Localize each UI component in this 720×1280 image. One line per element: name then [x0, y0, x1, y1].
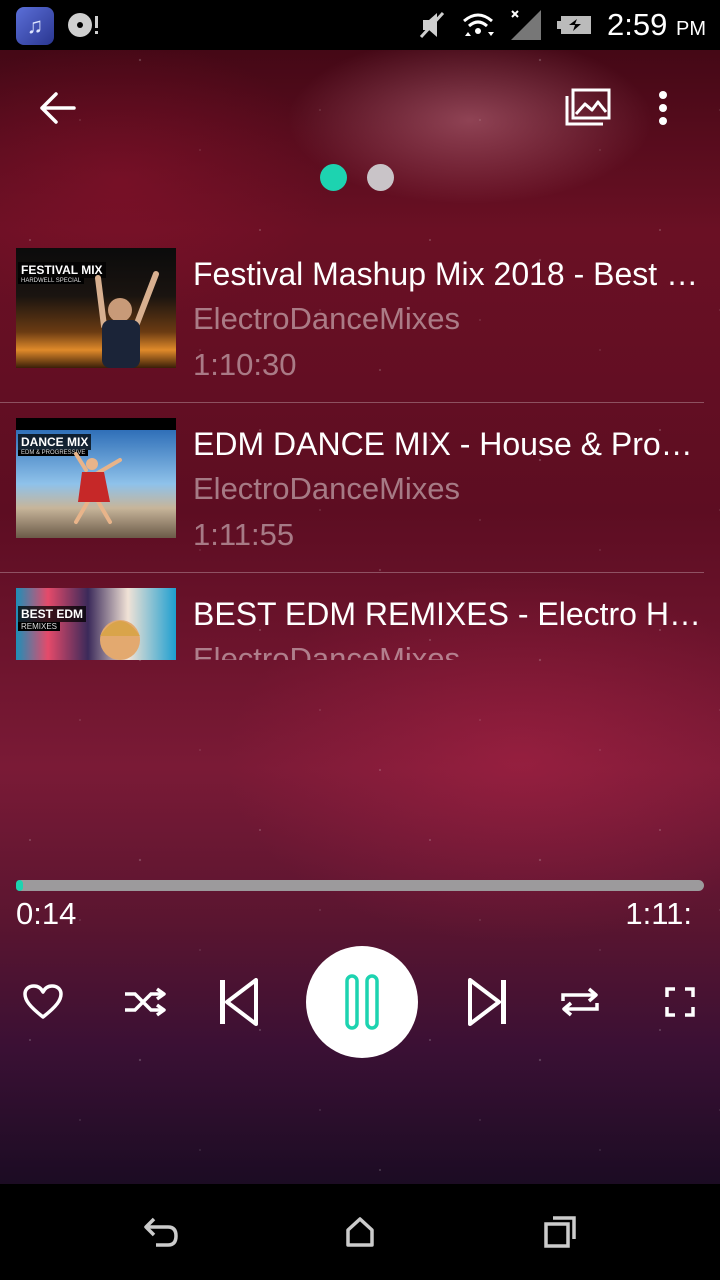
favorite-button[interactable]	[16, 975, 70, 1029]
track-duration: 1:11:55	[193, 517, 295, 552]
recents-nav-icon	[544, 1216, 576, 1248]
skip-previous-icon	[220, 978, 258, 1026]
track-title: Festival Mashup Mix 2018 - Best Remixes	[193, 256, 703, 292]
dj-figure	[95, 271, 159, 368]
next-button[interactable]	[460, 972, 516, 1032]
more-vert-icon	[659, 91, 667, 125]
track-thumbnail: DANCE MIX EDM & PROGRESSIVE	[16, 418, 176, 538]
track-title: EDM DANCE MIX - House & Progressive	[193, 426, 703, 462]
track-artist: ElectroDanceMixes	[193, 301, 461, 336]
gallery-icon	[565, 88, 611, 126]
page-dot-1[interactable]	[320, 164, 347, 191]
home-nav-icon	[346, 1217, 374, 1247]
singer-figure	[100, 620, 140, 660]
shuffle-button[interactable]	[118, 975, 172, 1029]
more-options-button[interactable]	[640, 80, 686, 136]
fullscreen-button[interactable]	[653, 975, 707, 1029]
nav-home-button[interactable]	[330, 1202, 390, 1262]
navigation-bar	[0, 1184, 720, 1280]
playlist-item[interactable]: DANCE MIX EDM & PROGRESSIVE EDM DANCE MI…	[0, 400, 720, 570]
track-title: BEST EDM REMIXES - Electro House	[193, 596, 703, 632]
track-thumbnail: BEST EDM REMIXES	[16, 588, 176, 660]
track-info: BEST EDM REMIXES - Electro House Electro…	[193, 592, 703, 660]
playlist-item[interactable]: BEST EDM REMIXES BEST EDM REMIXES - Elec…	[0, 570, 720, 660]
shuffle-icon	[125, 987, 166, 1017]
mute-icon	[419, 11, 445, 39]
total-time: 1:11:	[625, 896, 692, 931]
track-info: EDM DANCE MIX - House & Progressive Elec…	[193, 422, 703, 558]
back-button[interactable]	[28, 80, 84, 136]
gallery-button[interactable]	[560, 82, 616, 132]
pause-icon	[345, 974, 379, 1030]
nav-back-button[interactable]	[130, 1202, 190, 1262]
status-time: 2:59 PM	[607, 7, 706, 42]
track-artist: ElectroDanceMixes	[193, 471, 461, 506]
play-pause-button[interactable]	[306, 946, 418, 1058]
page-dot-2[interactable]	[367, 164, 394, 191]
page-indicator	[320, 164, 394, 191]
heart-icon	[23, 984, 63, 1019]
nav-recents-button[interactable]	[530, 1202, 590, 1262]
track-thumbnail: FESTIVAL MIX HARDWELL SPECIAL	[16, 248, 176, 368]
battery-charging-icon	[557, 16, 592, 34]
seek-bar[interactable]	[16, 880, 704, 891]
playlist[interactable]: FESTIVAL MIX HARDWELL SPECIAL Festival M…	[0, 230, 720, 660]
playlist-item[interactable]: FESTIVAL MIX HARDWELL SPECIAL Festival M…	[0, 230, 720, 400]
back-nav-icon	[144, 1217, 178, 1247]
fullscreen-icon	[665, 987, 695, 1017]
track-duration: 1:10:30	[193, 347, 297, 382]
repeat-button[interactable]	[553, 975, 607, 1029]
arrow-back-icon	[40, 92, 76, 124]
dancer-figure	[74, 452, 122, 524]
wifi-icon	[463, 13, 495, 36]
previous-button[interactable]	[210, 972, 266, 1032]
music-app-icon: ♫	[16, 7, 54, 45]
repeat-icon	[561, 987, 599, 1017]
skip-next-icon	[468, 978, 506, 1026]
disc-icon	[68, 13, 98, 37]
signal-icon	[511, 10, 542, 40]
seek-bar-progress	[16, 880, 23, 891]
track-artist: ElectroDanceMixes	[193, 641, 461, 660]
track-info: Festival Mashup Mix 2018 - Best Remixes …	[193, 252, 703, 388]
player-screen: ♫ 2:59 PM FESTIVAL MIX HARDWELL SPECIAL …	[0, 0, 720, 1280]
status-bar: ♫ 2:59 PM	[0, 0, 720, 50]
current-time: 0:14	[16, 896, 77, 931]
